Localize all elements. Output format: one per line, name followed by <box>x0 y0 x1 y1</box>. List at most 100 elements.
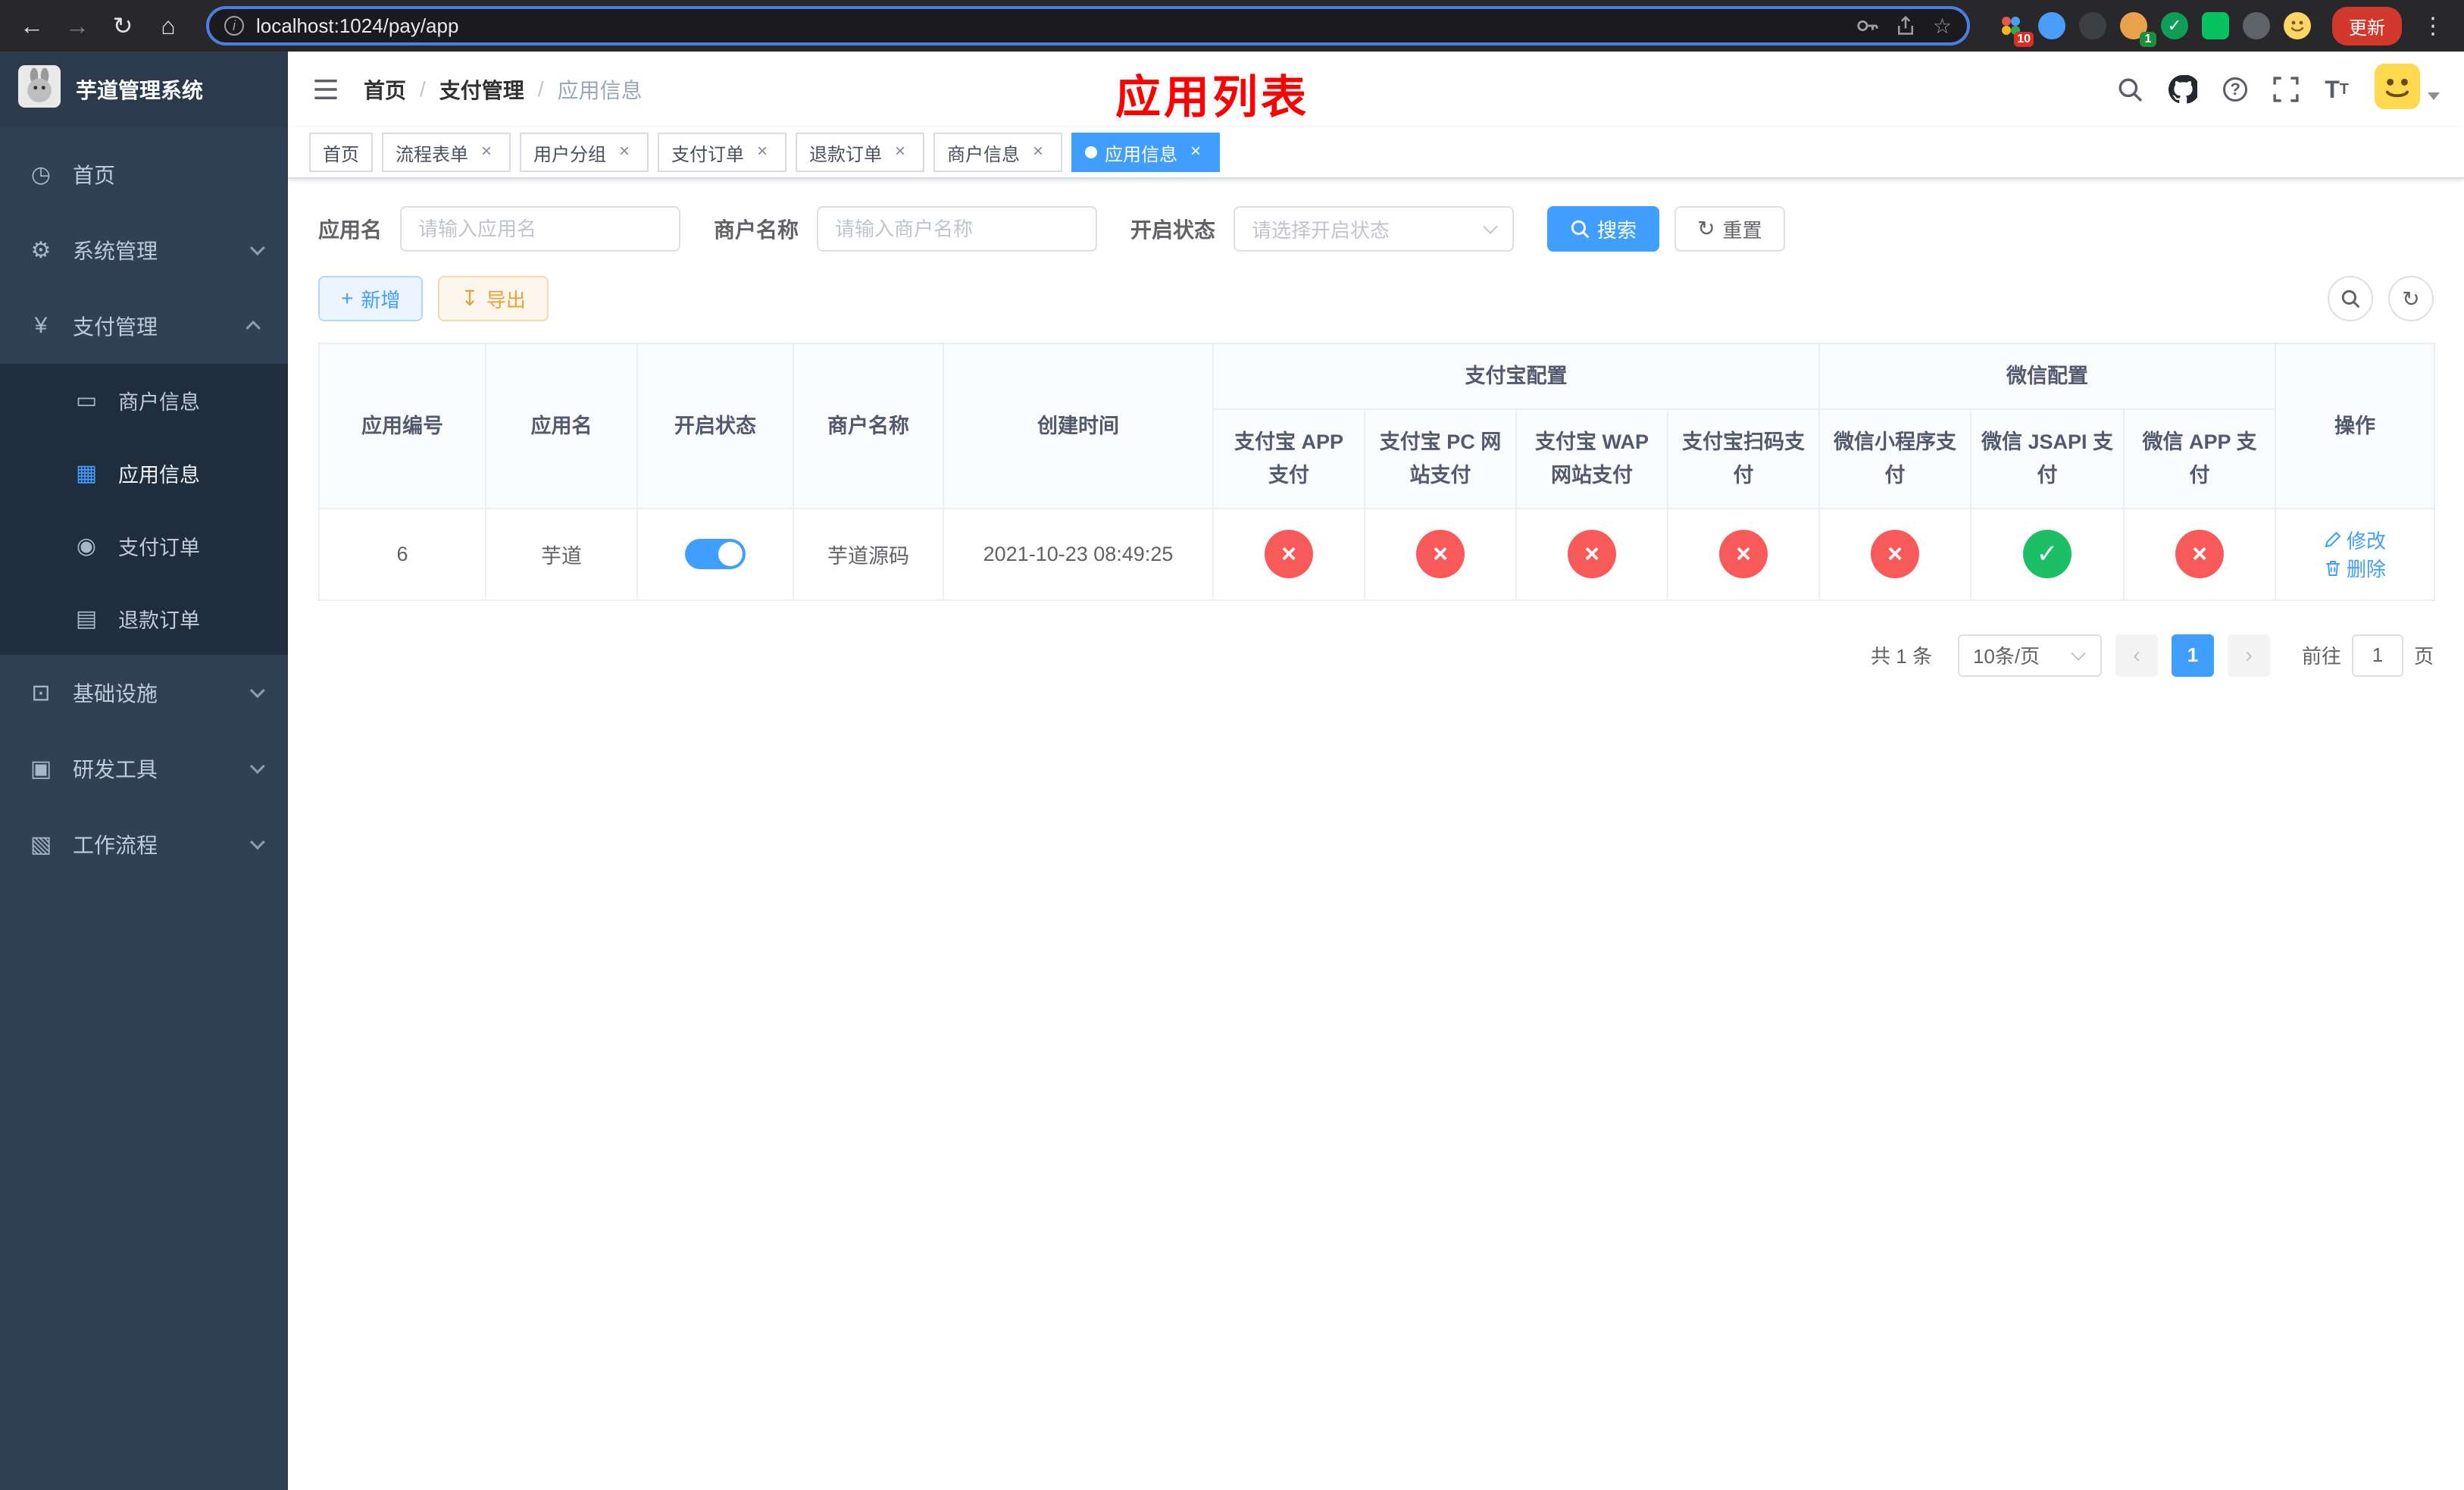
next-page-button[interactable]: › <box>2227 634 2270 677</box>
extension-avatar-icon[interactable]: 1 <box>2120 12 2156 47</box>
extension-check-icon[interactable]: ✓ <box>2161 12 2188 39</box>
reset-button[interactable]: ↻ 重置 <box>1674 206 1785 252</box>
font-size-icon[interactable]: TT <box>2325 76 2349 104</box>
delete-link-label: 删除 <box>2347 558 2387 581</box>
coin-icon: ◉ <box>76 533 97 559</box>
main-area: 首页 / 支付管理 / 应用信息 应用列表 ? T T 首页 流程表单 × 用户… <box>288 52 2464 1490</box>
tab-home[interactable]: 首页 <box>309 133 373 172</box>
tab-user-group[interactable]: 用户分组 × <box>520 133 649 172</box>
extension-drop-icon[interactable] <box>2038 12 2065 39</box>
filter-form: 应用名 商户名称 开启状态 请选择开启状态 <box>318 206 2434 252</box>
reload-button[interactable]: ↻ <box>103 6 142 45</box>
sidebar-menu: ◷ 首页 ⚙ 系统管理 ¥ 支付管理 ▭ 商户信息 ▦ 应用信息 ◉ 支付订单 … <box>0 127 288 882</box>
sidebar-item-home[interactable]: ◷ 首页 <box>0 136 288 212</box>
merchant-name-input[interactable] <box>817 206 1098 252</box>
col-wechat-app: 微信 APP 支付 <box>2122 408 2277 509</box>
sidebar-subitem-pay-order[interactable]: ◉ 支付订单 <box>0 509 288 582</box>
enable-switch[interactable] <box>685 539 746 570</box>
breadcrumb-item-home[interactable]: 首页 <box>364 74 406 105</box>
breadcrumb-item-payment[interactable]: 支付管理 <box>439 74 524 105</box>
fullscreen-icon[interactable] <box>2273 77 2299 102</box>
extension-pin-icon[interactable] <box>2243 12 2270 39</box>
home-button[interactable]: ⌂ <box>149 6 188 45</box>
cell-merchant: 芋道源码 <box>793 507 944 601</box>
page-size-select[interactable]: 10条/页 <box>1957 634 2102 677</box>
tab-app-info[interactable]: 应用信息 × <box>1071 133 1220 172</box>
app-logo-row[interactable]: 芋道管理系统 <box>0 52 288 127</box>
sidebar-item-infra[interactable]: ⊡ 基础设施 <box>0 655 288 731</box>
sidebar-item-label: 首页 <box>73 164 116 187</box>
close-icon[interactable]: × <box>1027 142 1049 163</box>
credit-card-icon: ▭ <box>75 387 98 413</box>
reset-button-label: 重置 <box>1722 218 1762 242</box>
add-button[interactable]: + 新增 <box>318 276 424 321</box>
sidebar-item-label: 应用信息 <box>118 463 200 487</box>
page-content: 应用名 商户名称 开启状态 请选择开启状态 <box>288 179 2464 1490</box>
search-button-label: 搜索 <box>1597 218 1637 242</box>
sidebar-item-devtools[interactable]: ▣ 研发工具 <box>0 731 288 806</box>
url-text: localhost:1024/pay/app <box>256 14 459 37</box>
sidebar-item-label: 系统管理 <box>73 239 158 263</box>
search-icon[interactable] <box>2117 77 2143 102</box>
toggle-search-button[interactable] <box>2328 276 2373 321</box>
sidebar-item-payment[interactable]: ¥ 支付管理 <box>0 288 288 364</box>
breadcrumb-separator: / <box>537 77 544 101</box>
site-info-icon[interactable]: i <box>224 16 244 36</box>
search-button[interactable]: 搜索 <box>1547 206 1660 252</box>
back-button[interactable]: ← <box>12 6 52 45</box>
bookmark-star-icon[interactable]: ☆ <box>1933 14 1952 39</box>
github-icon[interactable] <box>2169 75 2198 104</box>
group-alipay-config: 支付宝配置 <box>1212 342 1820 410</box>
refresh-table-button[interactable]: ↻ <box>2388 276 2434 321</box>
sidebar-subitem-app-info[interactable]: ▦ 应用信息 <box>0 437 288 509</box>
page-1-button[interactable]: 1 <box>2171 634 2214 677</box>
col-actions: 操作 <box>2275 343 2436 509</box>
total-count: 共 1 条 <box>1871 645 1932 668</box>
share-icon[interactable] <box>1895 15 1916 36</box>
extension-emoji-icon[interactable] <box>2284 12 2311 39</box>
tab-label: 用户分组 <box>533 144 606 165</box>
sidebar-subitem-merchant[interactable]: ▭ 商户信息 <box>0 364 288 437</box>
user-menu[interactable] <box>2375 64 2440 115</box>
extension-grid-icon[interactable]: 10 <box>1997 12 2034 47</box>
app-name-input[interactable] <box>400 206 681 252</box>
app-frame: 芋道管理系统 ◷ 首页 ⚙ 系统管理 ¥ 支付管理 ▭ 商户信息 ▦ 应用信息 … <box>0 52 2464 1490</box>
browser-menu-icon[interactable]: ⋮ <box>2414 13 2452 39</box>
close-icon[interactable]: × <box>476 142 497 163</box>
dashboard-icon: ◷ <box>30 161 52 187</box>
tab-label: 支付订单 <box>671 144 744 165</box>
tab-pay-order[interactable]: 支付订单 × <box>658 133 786 172</box>
tab-label: 商户信息 <box>947 144 1020 165</box>
export-button[interactable]: ↧ 导出 <box>438 276 549 321</box>
close-icon[interactable]: × <box>890 142 911 163</box>
app-name-label: 应用名 <box>318 218 383 242</box>
goto-page-input[interactable] <box>2351 634 2403 677</box>
sidebar-toggle-button[interactable] <box>312 76 339 103</box>
sidebar-item-workflow[interactable]: ▧ 工作流程 <box>0 806 288 882</box>
document-icon: ▤ <box>75 606 98 631</box>
forward-button[interactable]: → <box>58 6 97 45</box>
status-select[interactable]: 请选择开启状态 <box>1234 206 1515 252</box>
cell-app-name: 芋道 <box>485 507 638 601</box>
sidebar-item-system[interactable]: ⚙ 系统管理 <box>0 212 288 288</box>
help-icon[interactable]: ? <box>2223 77 2248 102</box>
close-icon[interactable]: × <box>614 142 635 163</box>
tab-refund-order[interactable]: 退款订单 × <box>796 133 924 172</box>
prev-page-button[interactable]: ‹ <box>2115 634 2158 677</box>
top-navbar: 首页 / 支付管理 / 应用信息 应用列表 ? T T <box>288 52 2464 127</box>
extension-dark-icon[interactable] <box>2079 12 2106 39</box>
browser-update-button[interactable]: 更新 <box>2332 6 2402 45</box>
password-key-icon[interactable] <box>1856 14 1878 37</box>
extension-wechat-icon[interactable] <box>2202 12 2229 39</box>
close-icon[interactable]: × <box>752 142 773 163</box>
edit-link[interactable]: 修改 <box>2324 526 2386 554</box>
tab-label: 流程表单 <box>396 144 468 165</box>
delete-link[interactable]: 删除 <box>2324 554 2386 582</box>
tab-process-form[interactable]: 流程表单 × <box>382 133 511 172</box>
goto-suffix: 页 <box>2413 645 2434 668</box>
close-icon[interactable]: × <box>1185 142 1206 163</box>
sidebar-subitem-refund-order[interactable]: ▤ 退款订单 <box>0 582 288 655</box>
status-select-placeholder: 请选择开启状态 <box>1252 218 1390 242</box>
url-bar[interactable]: i localhost:1024/pay/app ☆ <box>206 6 1970 45</box>
tab-merchant-info[interactable]: 商户信息 × <box>933 133 1062 172</box>
